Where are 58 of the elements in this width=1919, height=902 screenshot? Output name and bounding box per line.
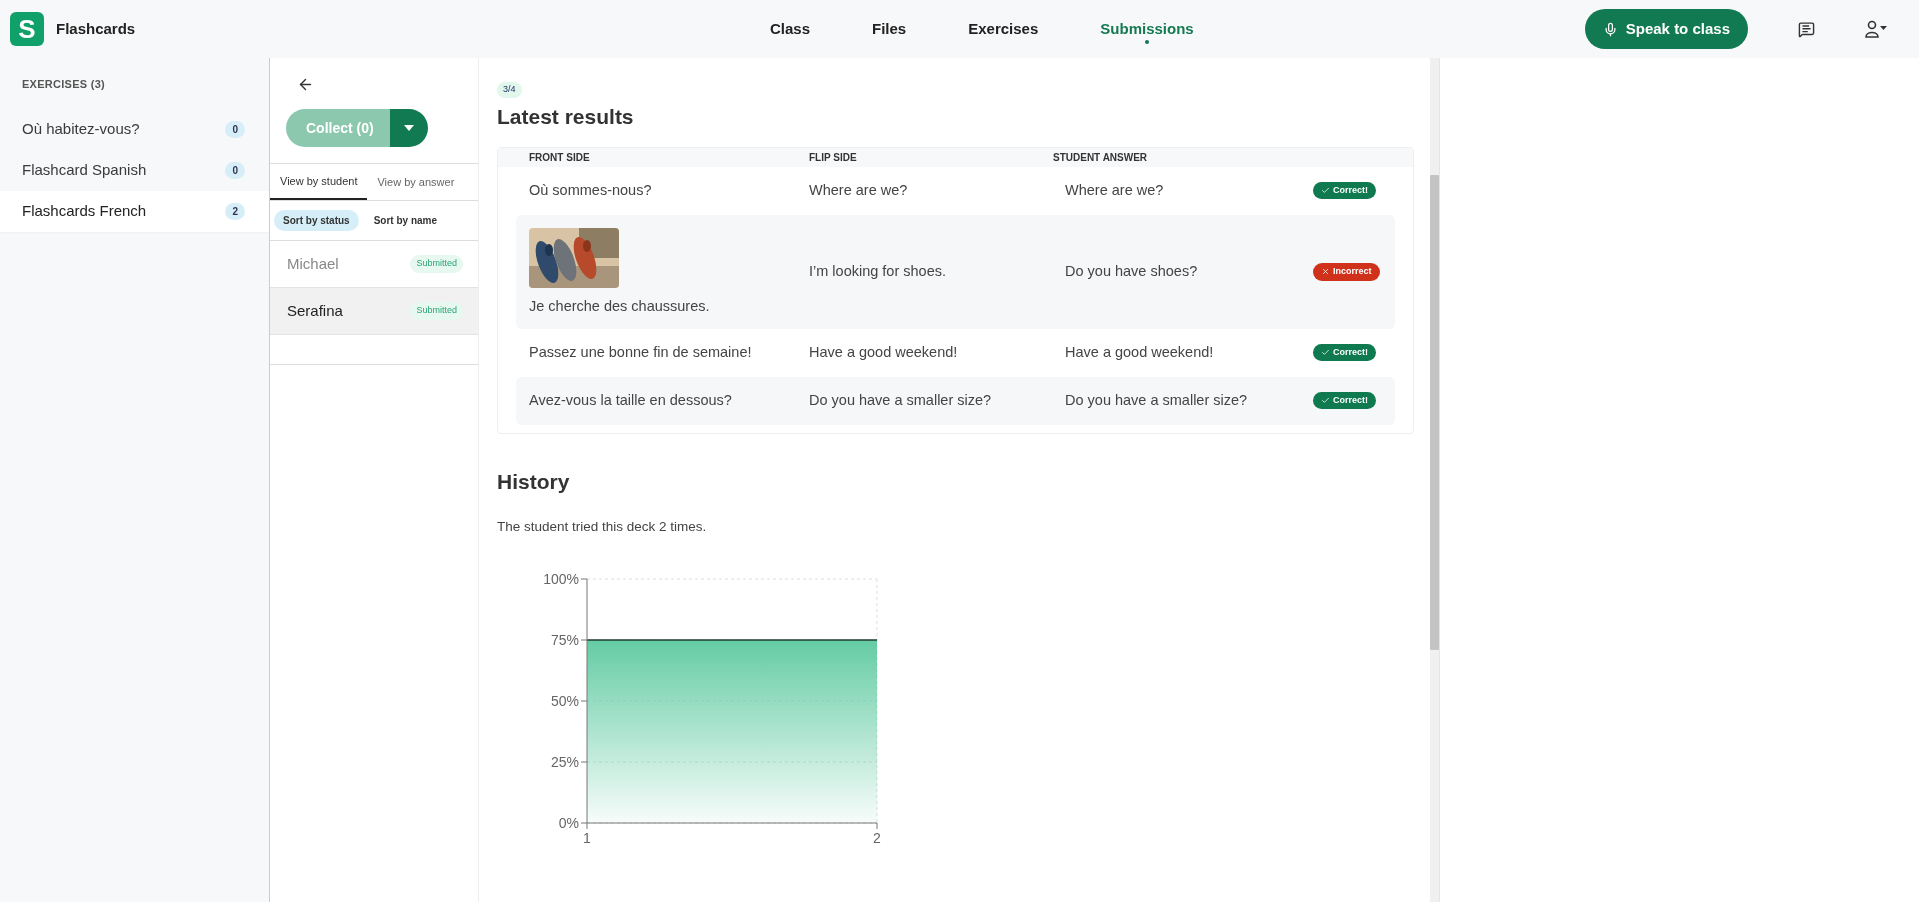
view-tab[interactable]: View by student — [270, 164, 368, 200]
sort-tab[interactable]: Sort by name — [364, 210, 447, 231]
table-cell-text: Où sommes-nous? — [529, 180, 653, 200]
axis-label: 0% — [558, 815, 579, 832]
column-header: FRONT SIDE — [529, 150, 591, 165]
microphone-icon — [1602, 21, 1618, 37]
count-badge: 0 — [225, 120, 245, 138]
history-text: The student tried this deck 2 times. — [497, 518, 708, 536]
result-badge: Correct! — [1313, 181, 1376, 200]
table-cell-text: Where are we? — [1064, 180, 1165, 200]
table-cell-text: Have a good weekend! — [809, 342, 959, 362]
axis-label: 50% — [550, 693, 579, 710]
result-badge: Correct! — [1313, 343, 1376, 362]
table-cell-text: Have a good weekend! — [1064, 342, 1215, 362]
table-cell-text: Do you have shoes? — [1064, 262, 1199, 281]
view-tab[interactable]: View by answer — [367, 164, 465, 200]
sort-tab[interactable]: Sort by status — [274, 210, 359, 231]
student-row[interactable]: Serafina Submitted — [270, 288, 478, 335]
check-icon — [1321, 348, 1330, 357]
table-cell-text: Where are we? — [809, 180, 909, 200]
speak-to-class-button[interactable]: Speak to class — [1584, 9, 1748, 49]
section-title: History — [497, 468, 571, 495]
axis-label: 1 — [583, 830, 591, 847]
cross-icon — [1321, 267, 1330, 277]
nav-tab[interactable]: Exercises — [968, 17, 1039, 41]
exercise-item[interactable]: Flashcards French 2 — [0, 190, 269, 232]
status-badge: Submitted — [410, 255, 463, 273]
sidebar-heading: EXERCISES (3) — [21, 77, 107, 92]
result-badge: Correct! — [1313, 391, 1376, 410]
count-badge: 2 — [225, 202, 245, 220]
nav-tab[interactable]: Files — [872, 17, 907, 41]
nav-tab[interactable]: Class — [770, 17, 811, 41]
check-icon — [1321, 396, 1330, 405]
check-icon — [1321, 186, 1330, 195]
table-cell-text: Passez une bonne fin de semaine! — [529, 342, 753, 362]
score-badge: 3/4 — [497, 82, 522, 98]
axis-label: 2 — [873, 830, 881, 847]
status-badge: Submitted — [410, 302, 463, 320]
result-badge: Incorrect — [1313, 263, 1380, 281]
axis-label: 100% — [543, 571, 579, 588]
collect-dropdown-button[interactable] — [390, 109, 428, 147]
nav-tab[interactable]: Submissions — [1100, 17, 1194, 41]
count-badge: 0 — [225, 161, 245, 179]
user-menu-icon[interactable] — [1865, 20, 1889, 38]
table-cell-text: I’m looking for shoes. — [809, 262, 947, 281]
table-cell-text: Do you have a smaller size? — [1064, 390, 1249, 410]
scrollbar[interactable] — [1430, 58, 1439, 902]
chat-icon[interactable] — [1798, 20, 1815, 38]
axis-label: 75% — [550, 632, 579, 649]
section-title: Latest results — [497, 104, 635, 130]
axis-label: 25% — [550, 754, 579, 771]
table-cell-text: Avez-vous la taille en dessous? — [529, 390, 733, 410]
table-cell-text: Do you have a smaller size? — [809, 390, 993, 410]
app-title: Flashcards — [56, 18, 136, 39]
table-cell-text: Je cherche des chaussures. — [529, 296, 711, 316]
logo: S — [10, 12, 44, 46]
caret-icon — [404, 125, 414, 131]
column-header: STUDENT ANSWER — [1053, 150, 1149, 165]
